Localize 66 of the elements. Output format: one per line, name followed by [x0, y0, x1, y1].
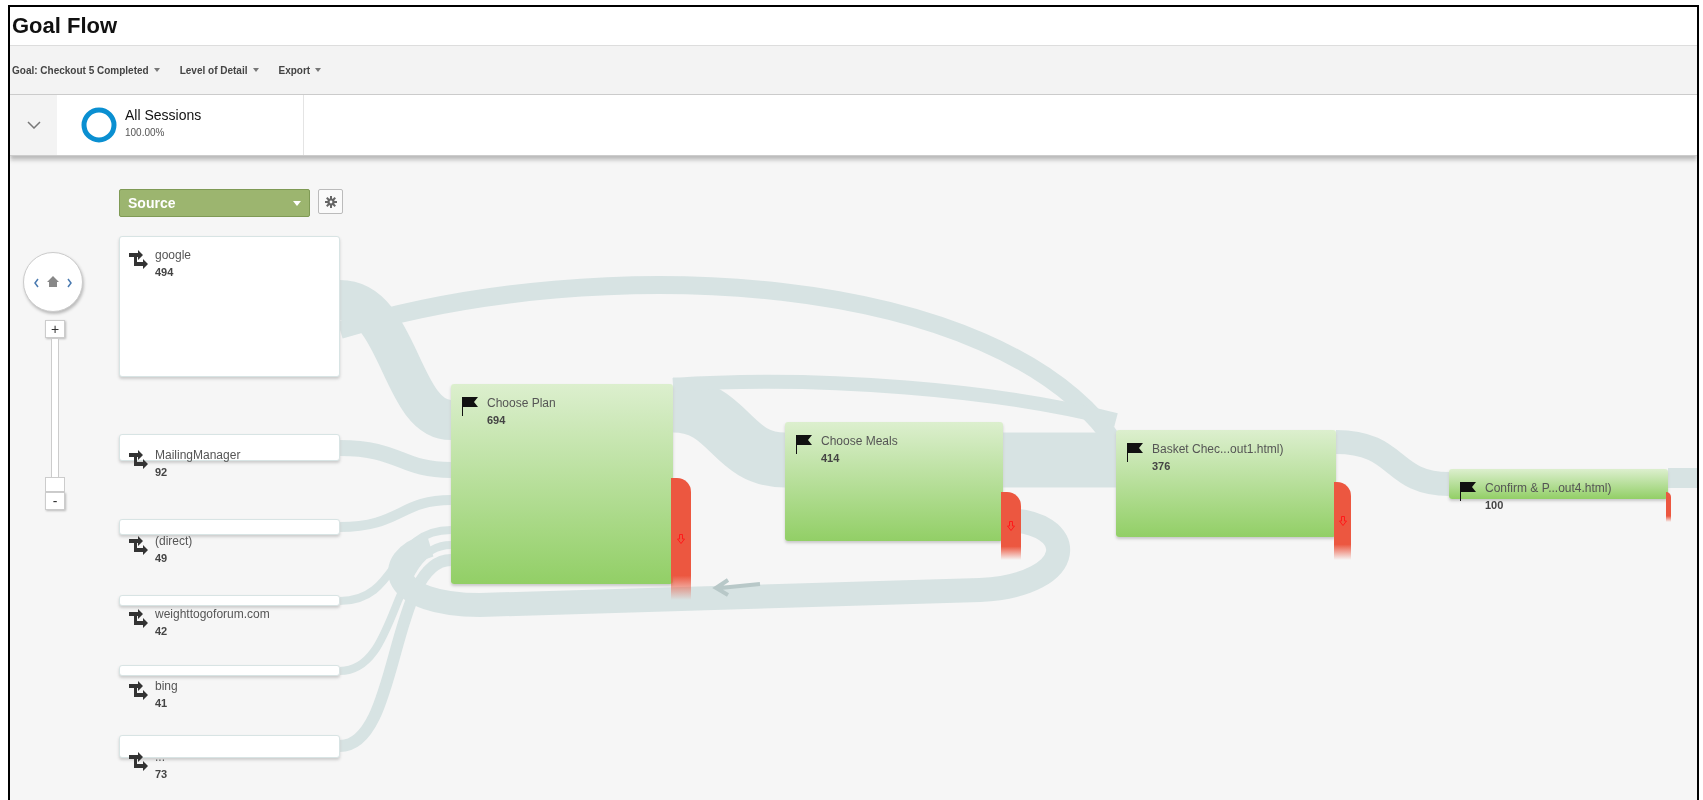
chevron-down-icon[interactable] [26, 121, 41, 129]
source-count: 49 [155, 552, 169, 564]
source-name: (direct) [155, 534, 193, 548]
source-count: 41 [155, 697, 169, 709]
arrows-icon [129, 450, 149, 470]
arrows-icon [129, 681, 149, 701]
source-node[interactable] [119, 665, 340, 676]
zoom-out-button[interactable]: - [45, 492, 65, 510]
goal-step-node[interactable] [785, 422, 1003, 541]
goal-step-node[interactable] [1116, 430, 1336, 537]
toolbar-menu[interactable]: Goal: Checkout 5 Completed [12, 64, 160, 76]
segment-name: All Sessions [125, 106, 202, 123]
step-name: Choose Meals [821, 434, 898, 448]
dropoff-bar[interactable] [1334, 482, 1351, 560]
source-name: ... [155, 750, 166, 764]
source-node[interactable] [119, 236, 340, 377]
source-node[interactable] [119, 595, 340, 606]
source-name: MailingManager [155, 448, 241, 462]
source-node[interactable] [119, 519, 340, 535]
settings-icon [324, 195, 337, 208]
source-count: 73 [155, 768, 168, 780]
source-name: bing [155, 679, 178, 693]
pan-control[interactable] [23, 252, 83, 312]
dropoff-bar[interactable] [671, 478, 691, 600]
source-name: google [155, 248, 192, 262]
source-count: 92 [155, 466, 169, 478]
source-count: 494 [155, 266, 175, 278]
caret-icon [252, 68, 259, 72]
step-count: 100 [1485, 499, 1505, 511]
caret-icon [315, 68, 322, 72]
goal-step-node[interactable] [1449, 469, 1668, 499]
step-count: 694 [487, 414, 507, 426]
source-node[interactable] [119, 434, 340, 461]
goal-step-node[interactable] [451, 384, 673, 584]
arrows-icon [129, 536, 149, 556]
down-arrow-icon [1338, 516, 1347, 526]
dropoff-bar[interactable] [1666, 492, 1671, 522]
down-arrow-icon [1007, 521, 1015, 531]
toolbar-menu[interactable]: Export [278, 64, 322, 76]
step-name: Confirm & P...out4.html) [1485, 481, 1612, 495]
step-name: Basket Chec...out1.html) [1152, 442, 1284, 456]
segment-share: 100.00% [125, 126, 166, 138]
settings-button[interactable] [318, 189, 343, 214]
arrows-icon [129, 250, 149, 270]
home-icon [33, 274, 73, 290]
arrows-icon [129, 752, 149, 772]
toolbar-menu[interactable]: Level of Detail [179, 64, 259, 76]
source-node[interactable] [119, 735, 340, 758]
caret-icon [153, 68, 160, 72]
page-title: Goal Flow [12, 13, 118, 39]
dropoff-bar[interactable] [1001, 492, 1021, 560]
source-name: weighttogoforum.com [155, 607, 270, 621]
flag-icon [795, 434, 813, 454]
flag-icon [1126, 442, 1144, 462]
step-count: 414 [821, 452, 841, 464]
source-count: 42 [155, 625, 169, 637]
arrows-icon [129, 609, 149, 629]
caret-icon [293, 200, 301, 206]
zoom-slider-thumb[interactable] [45, 477, 65, 492]
donut-icon [81, 107, 117, 143]
flag-icon [1459, 481, 1477, 501]
step-count: 376 [1152, 460, 1172, 472]
zoom-in-button[interactable]: + [45, 320, 65, 338]
step-name: Choose Plan [487, 396, 556, 410]
down-arrow-icon [677, 534, 685, 544]
flag-icon [461, 396, 479, 416]
